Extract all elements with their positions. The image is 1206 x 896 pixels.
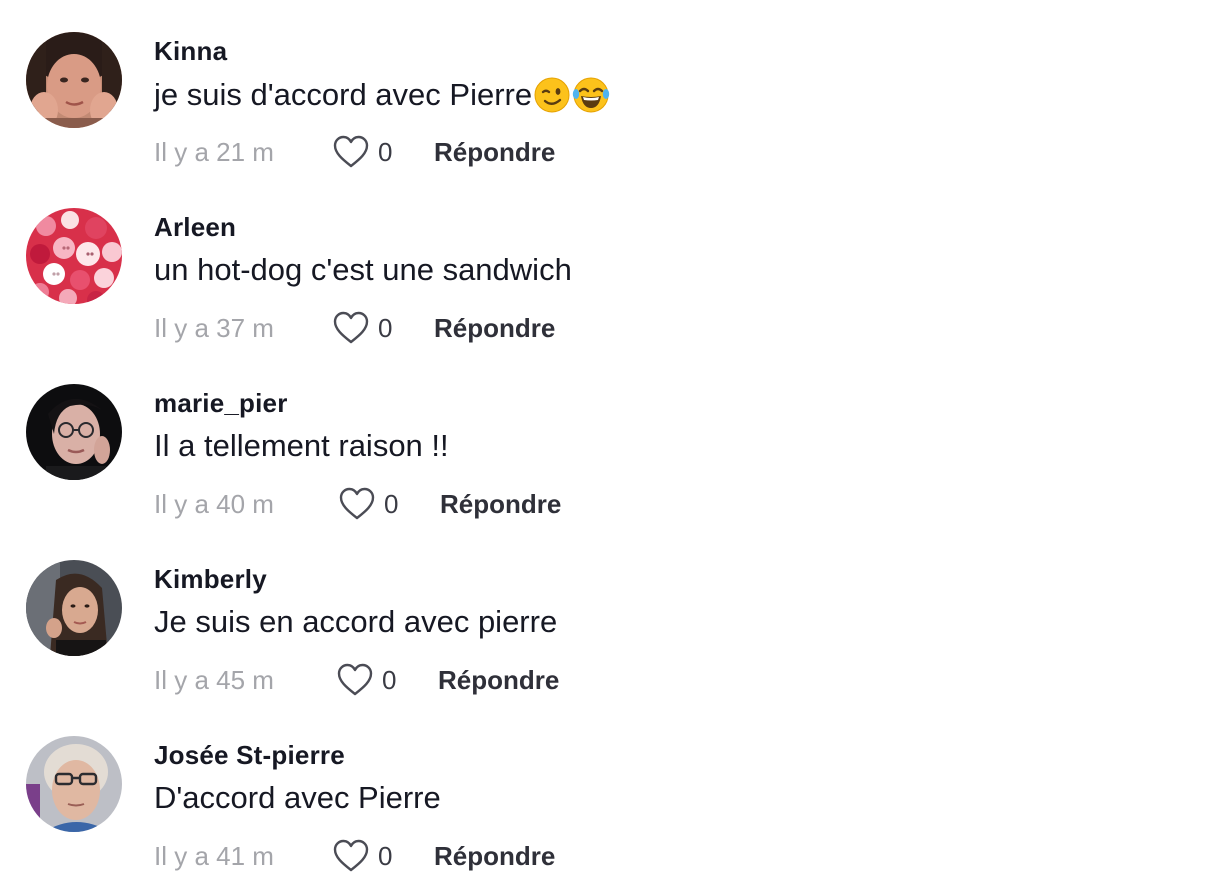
like-count: 0 [378, 312, 393, 343]
comment-item: Kinna je suis d'accord avec Pierre Il y … [26, 32, 1186, 192]
reply-button[interactable]: Répondre [434, 137, 555, 168]
avatar[interactable] [26, 560, 122, 656]
avatar[interactable] [26, 208, 122, 304]
comment-time: Il y a 41 m [154, 840, 274, 871]
like-count: 0 [382, 664, 397, 695]
reply-button[interactable]: Répondre [438, 665, 559, 696]
comment-text: un hot-dog c'est une sandwich [154, 252, 572, 288]
like-button[interactable]: 0 [338, 486, 440, 522]
heart-outline-icon[interactable] [332, 310, 370, 346]
heart-outline-icon[interactable] [332, 134, 370, 170]
comment-item: marie_pier Il a tellement raison !! Il y… [26, 384, 1186, 544]
comment-text: D'accord avec Pierre [154, 780, 441, 816]
comment-item: Josée St-pierre D'accord avec Pierre Il … [26, 736, 1186, 896]
comment-username[interactable]: marie_pier [154, 388, 288, 419]
comment-username[interactable]: Kimberly [154, 564, 267, 595]
comment-meta: Il y a 41 m 0 Répondre [154, 836, 555, 876]
comment-text-body: un hot-dog c'est une sandwich [154, 252, 572, 287]
comment-time: Il y a 45 m [154, 664, 274, 695]
like-button[interactable]: 0 [336, 662, 438, 698]
comment-time: Il y a 37 m [154, 312, 274, 343]
comment-username[interactable]: Kinna [154, 36, 227, 67]
comment-item: Kimberly Je suis en accord avec pierre I… [26, 560, 1186, 720]
comment-time: Il y a 40 m [154, 488, 274, 519]
like-count: 0 [378, 840, 393, 871]
heart-outline-icon[interactable] [336, 662, 374, 698]
like-button[interactable]: 0 [332, 838, 434, 874]
like-count: 0 [378, 136, 393, 167]
comment-meta: Il y a 40 m 0 Répondre [154, 484, 561, 524]
comment-text: je suis d'accord avec Pierre [154, 76, 610, 114]
reply-button[interactable]: Répondre [440, 489, 561, 520]
comment-username[interactable]: Arleen [154, 212, 236, 243]
comment-text-body: Il a tellement raison !! [154, 428, 449, 463]
winking-face-emoji-icon [533, 76, 571, 114]
heart-outline-icon[interactable] [338, 486, 376, 522]
heart-outline-icon[interactable] [332, 838, 370, 874]
comment-text-body: Je suis en accord avec pierre [154, 604, 558, 639]
comment-text: Je suis en accord avec pierre [154, 604, 557, 640]
comment-meta: Il y a 21 m 0 Répondre [154, 132, 555, 172]
comment-text: Il a tellement raison !! [154, 428, 449, 464]
comment-time: Il y a 21 m [154, 136, 274, 167]
like-button[interactable]: 0 [332, 134, 434, 170]
comment-text-body: je suis d'accord avec Pierre [154, 77, 533, 112]
comment-item: Arleen un hot-dog c'est une sandwich Il … [26, 208, 1186, 368]
avatar[interactable] [26, 32, 122, 128]
comment-meta: Il y a 45 m 0 Répondre [154, 660, 559, 700]
like-count: 0 [384, 488, 399, 519]
comment-username[interactable]: Josée St-pierre [154, 740, 345, 771]
like-button[interactable]: 0 [332, 310, 434, 346]
face-with-tears-of-joy-emoji-icon [572, 76, 610, 114]
reply-button[interactable]: Répondre [434, 841, 555, 872]
avatar[interactable] [26, 736, 122, 832]
comment-text-body: D'accord avec Pierre [154, 780, 441, 815]
avatar[interactable] [26, 384, 122, 480]
reply-button[interactable]: Répondre [434, 313, 555, 344]
comment-meta: Il y a 37 m 0 Répondre [154, 308, 555, 348]
